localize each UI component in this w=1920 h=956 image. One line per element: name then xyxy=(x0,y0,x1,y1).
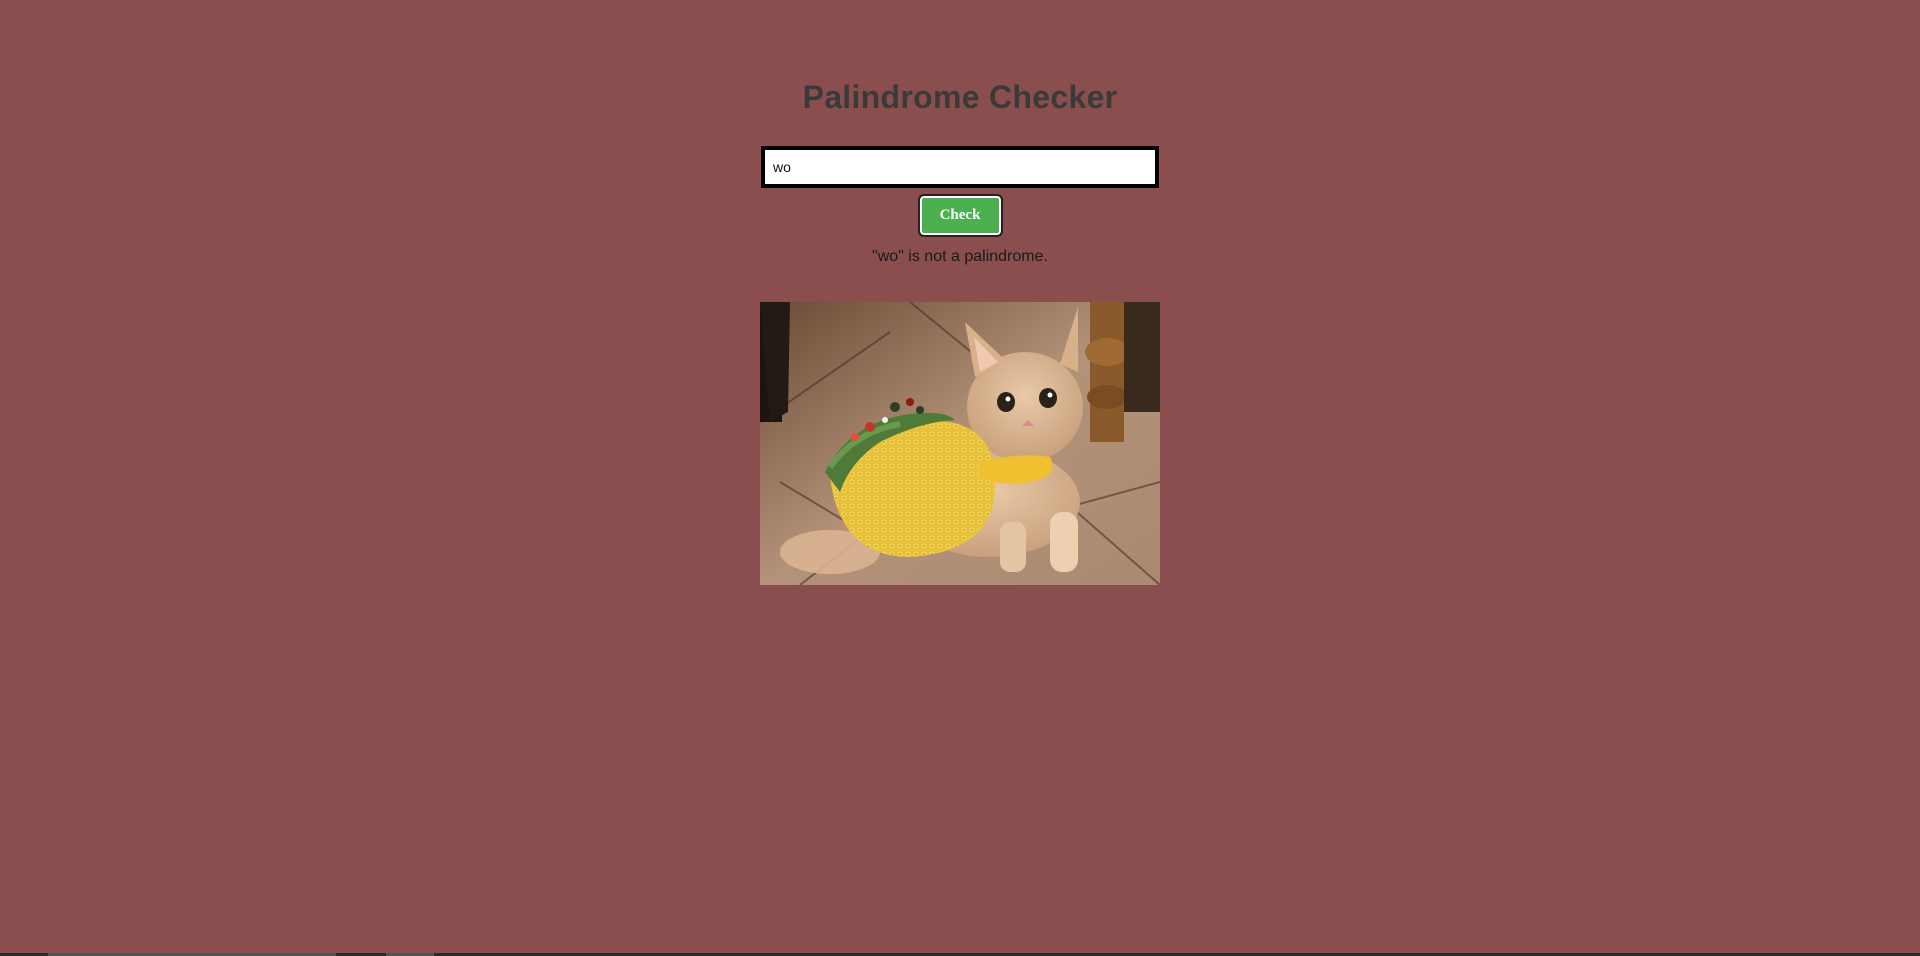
palindrome-input[interactable] xyxy=(761,146,1159,188)
kitten-taco-image xyxy=(760,302,1160,585)
check-button[interactable]: Check xyxy=(917,194,1003,237)
app-container: Palindrome Checker Check "wo" is not a p… xyxy=(0,0,1920,585)
page-title: Palindrome Checker xyxy=(802,79,1118,115)
result-message: "wo" is not a palindrome. xyxy=(872,248,1048,265)
